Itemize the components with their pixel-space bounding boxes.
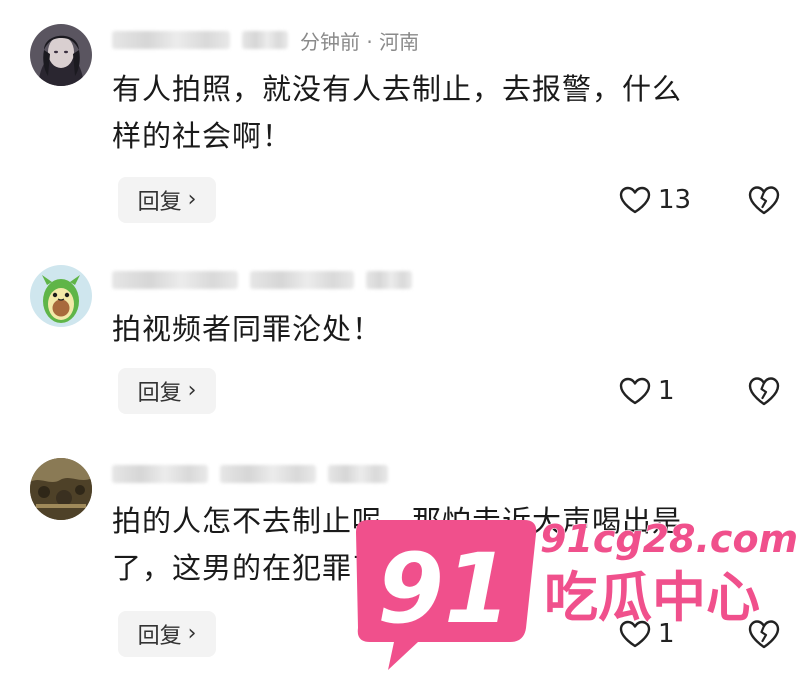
- redacted-block: [328, 465, 388, 483]
- heart-outline-icon: [619, 186, 651, 214]
- comment-text-line: 拍视频者同罪沦处！: [112, 312, 383, 346]
- chevron-right-icon: ›: [187, 187, 197, 212]
- dislike-button[interactable]: [746, 177, 782, 223]
- reply-button[interactable]: 回复 ›: [118, 177, 216, 223]
- username-redacted: [112, 271, 238, 289]
- redacted-block: [366, 271, 412, 289]
- redacted-block: [220, 465, 316, 483]
- comment-text: 拍的人怎不去制止呢，那怕走近大声喝出是 了，这男的在犯罪了: [112, 498, 782, 592]
- comment-text-line: 了，这男的在犯罪了: [112, 551, 383, 585]
- broken-heart-icon: [748, 620, 780, 649]
- avatar[interactable]: [30, 265, 92, 327]
- like-count: 13: [658, 185, 692, 215]
- username-redacted: [112, 31, 230, 49]
- chevron-right-icon: ›: [187, 621, 197, 646]
- redacted-block: [242, 31, 288, 49]
- broken-heart-icon: [748, 186, 780, 215]
- reply-label: 回复: [137, 381, 182, 406]
- redacted-block: [250, 271, 354, 289]
- comment-time-location: 分钟前 · 河南: [300, 29, 420, 54]
- like-button[interactable]: 1: [618, 611, 675, 657]
- comment-text-line: 样的社会啊！: [112, 119, 293, 153]
- avatar[interactable]: [30, 458, 92, 520]
- heart-outline-icon: [619, 620, 651, 648]
- like-count: 1: [658, 619, 675, 649]
- broken-heart-icon: [748, 377, 780, 406]
- reply-button[interactable]: 回复 ›: [118, 611, 216, 657]
- chevron-right-icon: ›: [187, 378, 197, 403]
- comment-text-line: 拍的人怎不去制止呢，那怕走近大声喝出是: [112, 504, 683, 538]
- dislike-button[interactable]: [746, 611, 782, 657]
- comment-text: 有人拍照，就没有人去制止，去报警，什么 样的社会啊！: [112, 66, 782, 160]
- avatar[interactable]: [30, 24, 92, 86]
- reply-label: 回复: [137, 624, 182, 649]
- dislike-button[interactable]: [746, 368, 782, 414]
- heart-outline-icon: [619, 377, 651, 405]
- reply-button[interactable]: 回复 ›: [118, 368, 216, 414]
- username-redacted: [112, 465, 208, 483]
- comment-text: 拍视频者同罪沦处！: [112, 306, 782, 353]
- like-button[interactable]: 13: [618, 177, 691, 223]
- comment-meta: [112, 266, 412, 294]
- comment-meta: 分钟前 · 河南: [112, 26, 419, 54]
- comment-meta: [112, 460, 388, 488]
- comment-text-line: 有人拍照，就没有人去制止，去报警，什么: [112, 72, 683, 106]
- like-count: 1: [658, 376, 675, 406]
- like-button[interactable]: 1: [618, 368, 675, 414]
- comment-list: 分钟前 · 河南 有人拍照，就没有人去制止，去报警，什么 样的社会啊！ 回复 ›…: [0, 0, 800, 678]
- reply-label: 回复: [137, 190, 182, 215]
